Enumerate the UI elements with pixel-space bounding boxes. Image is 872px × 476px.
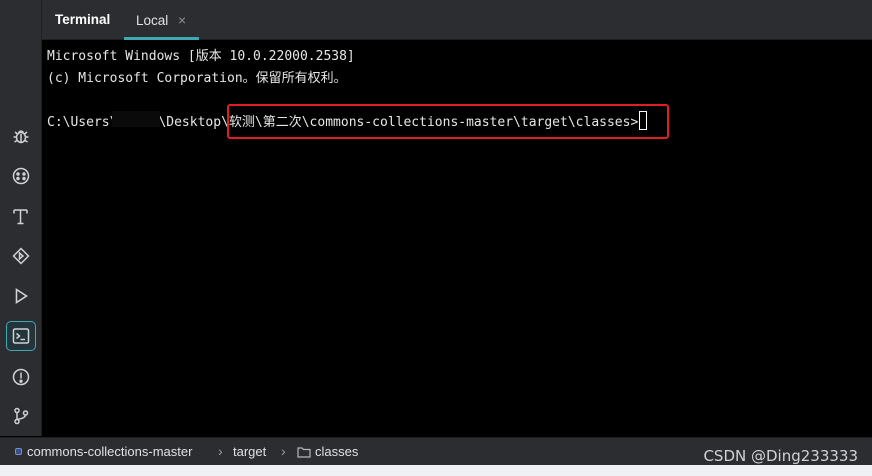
problems-button[interactable] (6, 362, 36, 392)
terminal-output[interactable]: Microsoft Windows [版本 10.0.22000.2538] (… (42, 40, 872, 436)
module-icon (15, 448, 22, 455)
watermark-text: CSDN @Ding233333 (703, 447, 858, 465)
terminal-line: (c) Microsoft Corporation。保留所有权利。 (47, 71, 347, 86)
terminal-icon (12, 328, 30, 344)
close-icon[interactable]: × (178, 12, 186, 28)
chevron-right-icon: › (281, 443, 286, 459)
build-button[interactable] (6, 201, 36, 231)
terminal-tab-bar: Terminal Local × (42, 0, 872, 40)
terminal-button[interactable] (6, 321, 36, 351)
tab-local[interactable]: Local × (124, 0, 199, 40)
chevron-right-icon: › (218, 443, 223, 459)
folder-icon (297, 447, 311, 458)
window-bottom-edge (0, 465, 872, 476)
tab-local-label: Local (136, 13, 169, 28)
redacted-username (112, 111, 160, 127)
git-button[interactable] (6, 401, 36, 431)
services-icon (12, 167, 30, 185)
services-button[interactable] (6, 161, 36, 191)
ide-window: Terminal Local × Microsoft Windows [版本 1… (0, 0, 872, 476)
breadcrumb-item-module[interactable]: commons-collections-master (27, 444, 192, 459)
highlight-annotation (227, 104, 669, 139)
problems-icon (12, 368, 30, 386)
breadcrumb-item-target[interactable]: target (233, 444, 266, 459)
breadcrumb-item-classes[interactable]: classes (315, 444, 358, 459)
tool-window-title: Terminal (55, 12, 111, 27)
build-icon (13, 209, 28, 225)
terminal-line: Microsoft Windows [版本 10.0.22000.2538] (47, 49, 355, 64)
run-button[interactable] (6, 281, 36, 311)
prompt-prefix: C:\Users\ (47, 115, 118, 130)
prompt-desktop-segment: \Desktop\ (158, 115, 229, 130)
git-icon (14, 407, 29, 425)
bug-icon (13, 130, 29, 144)
tool-window-strip (0, 0, 42, 436)
run-icon (15, 288, 28, 304)
endpoints-button[interactable] (6, 241, 36, 271)
endpoints-icon (12, 247, 30, 265)
debug-button[interactable] (6, 121, 36, 151)
